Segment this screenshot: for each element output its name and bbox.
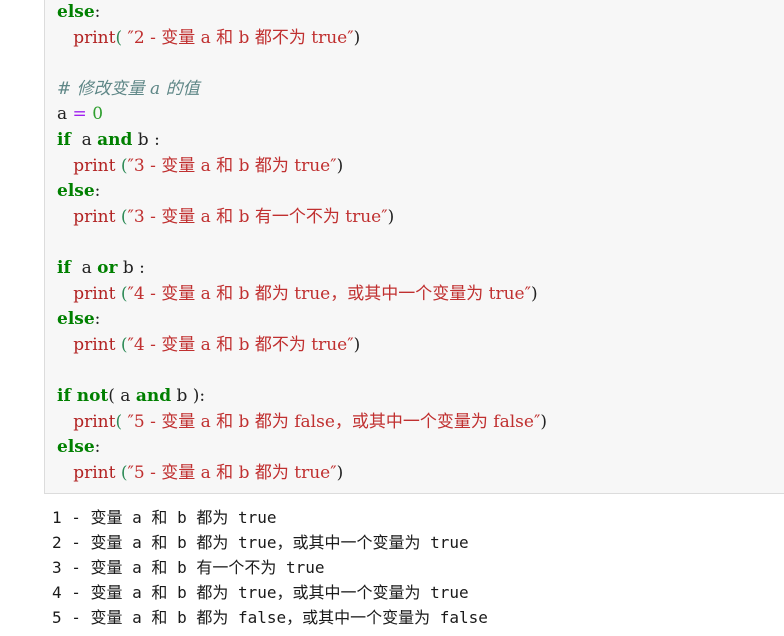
token-gp: ( — [120, 462, 128, 483]
token-pn: : — [94, 437, 101, 458]
code-block[interactable]: else: print( ″2 - 变量 a 和 b 都不为 true″) # … — [44, 0, 784, 494]
line-blank-1 — [57, 51, 784, 77]
token-kw: if — [57, 385, 77, 406]
token-kw: and — [97, 129, 133, 150]
token-str: ″5 - 变量 a 和 b 都为 true″ — [127, 462, 337, 483]
token-fn: print — [73, 155, 116, 176]
output-line: 4 - 变量 a 和 b 都为 true，或其中一个变量为 true — [52, 583, 469, 602]
token-kw: and — [135, 385, 172, 406]
token-kw: else — [57, 437, 95, 458]
token-pn: ) — [540, 411, 547, 432]
token-id: ( a — [108, 385, 136, 406]
token-id: b : — [117, 257, 145, 278]
token-fn: print — [73, 283, 116, 304]
token-pn — [57, 28, 73, 48]
token-str: ″4 - 变量 a 和 b 都为 true，或其中一个变量为 true″ — [127, 283, 531, 304]
token-pn — [57, 463, 73, 483]
line-else-5: else: — [57, 435, 784, 461]
token-id: a — [57, 104, 73, 125]
token-op: = — [72, 104, 87, 125]
token-gp: ( — [120, 283, 128, 304]
token-fn: print — [73, 411, 116, 432]
token-fn: print — [73, 206, 116, 227]
line-print-3-false: print (″3 - 变量 a 和 b 有一个不为 true″) — [57, 205, 784, 231]
line-print-3-true: print (″3 - 变量 a 和 b 都为 true″) — [57, 154, 784, 180]
output-line: 1 - 变量 a 和 b 都为 true — [52, 508, 277, 527]
line-else-3: else: — [57, 179, 784, 205]
token-id: b ): — [171, 385, 206, 406]
line-print-4-true: print (″4 - 变量 a 和 b 都为 true，或其中一个变量为 tr… — [57, 282, 784, 308]
token-kw: if — [57, 257, 71, 278]
line-comment: # 修改变量 a 的值 — [57, 77, 784, 103]
token-pn — [57, 156, 73, 176]
line-assign-a: a = 0 — [57, 102, 784, 128]
token-cmt: # 修改变量 a 的值 — [57, 78, 200, 99]
token-pn: : — [94, 2, 101, 22]
token-str: ″5 - 变量 a 和 b 都为 false，或其中一个变量为 false″ — [122, 411, 541, 432]
token-kw: if — [57, 129, 71, 150]
line-else-4: else: — [57, 307, 784, 333]
token-pn: ) — [336, 155, 344, 176]
token-fn: print — [73, 334, 116, 355]
token-gp: ( — [120, 155, 128, 176]
token-pn — [57, 412, 73, 432]
output-line: 3 - 变量 a 和 b 有一个不为 true — [52, 558, 325, 577]
page-root: else: print( ″2 - 变量 a 和 b 都不为 true″) # … — [0, 0, 784, 636]
token-gp: ( — [120, 206, 128, 227]
token-gp: ( — [120, 334, 128, 355]
token-pn — [57, 335, 73, 355]
token-fn: print — [73, 462, 116, 483]
line-if-not: if not( a and b ): — [57, 384, 784, 410]
token-pn — [57, 207, 73, 227]
line-blank-3 — [57, 358, 784, 384]
token-kw: or — [97, 257, 118, 278]
token-str: ″3 - 变量 a 和 b 有一个不为 true″ — [127, 206, 388, 227]
line-if-and: if a and b : — [57, 128, 784, 154]
token-id: a — [70, 129, 98, 150]
code-content: else: print( ″2 - 变量 a 和 b 都不为 true″) # … — [45, 0, 784, 486]
token-fn: print — [73, 27, 116, 48]
line-print-5-true: print (″5 - 变量 a 和 b 都为 true″) — [57, 461, 784, 487]
output-line: 5 - 变量 a 和 b 都为 false，或其中一个变量为 false — [52, 608, 488, 627]
token-id: b : — [132, 129, 160, 150]
line-print-5-false: print( ″5 - 变量 a 和 b 都为 false，或其中一个变量为 f… — [57, 410, 784, 436]
program-output: 1 - 变量 a 和 b 都为 true 2 - 变量 a 和 b 都为 true… — [52, 505, 772, 630]
token-kw: else — [57, 2, 95, 22]
line-else-2: else: — [57, 0, 784, 26]
token-pn: : — [94, 309, 101, 330]
line-print-2: print( ″2 - 变量 a 和 b 都不为 true″) — [57, 26, 784, 52]
token-id: a — [70, 257, 98, 278]
token-kw: not — [76, 385, 109, 406]
token-str: ″4 - 变量 a 和 b 都不为 true″ — [127, 334, 354, 355]
token-num: 0 — [92, 104, 104, 125]
token-pn: ) — [336, 462, 344, 483]
token-pn — [57, 284, 73, 304]
line-if-or: if a or b : — [57, 256, 784, 282]
token-pn: ) — [387, 206, 395, 227]
token-str: ″3 - 变量 a 和 b 都为 true″ — [127, 155, 337, 176]
token-pn: ) — [353, 27, 361, 48]
output-line: 2 - 变量 a 和 b 都为 true，或其中一个变量为 true — [52, 533, 469, 552]
token-str: ″2 - 变量 a 和 b 都不为 true″ — [122, 27, 354, 48]
token-pn: ) — [353, 334, 361, 355]
line-print-4-false: print (″4 - 变量 a 和 b 都不为 true″) — [57, 333, 784, 359]
token-pn: : — [94, 181, 101, 202]
token-kw: else — [57, 181, 95, 202]
line-blank-2 — [57, 230, 784, 256]
token-pn: ) — [530, 283, 538, 304]
token-kw: else — [57, 309, 95, 330]
